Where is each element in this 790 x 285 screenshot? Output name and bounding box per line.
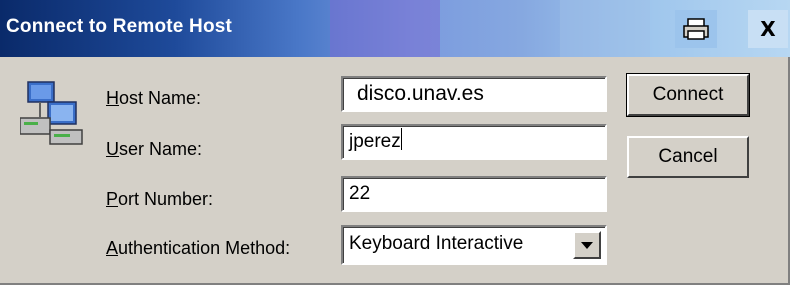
port-number-label: Port Number:: [106, 189, 214, 209]
auth-method-select[interactable]: Keyboard Interactive: [341, 225, 607, 265]
chevron-down-icon[interactable]: [573, 231, 601, 259]
auth-method-value: Keyboard Interactive: [349, 233, 524, 254]
port-number-field[interactable]: 22: [341, 176, 607, 212]
auth-method-label: Authentication Method:: [106, 238, 291, 258]
user-name-label: User Name:: [106, 139, 203, 159]
network-host-icon: [19, 80, 84, 148]
user-name-field[interactable]: jperez: [341, 124, 607, 160]
close-icon[interactable]: X: [748, 10, 788, 48]
host-name-field[interactable]: disco.unav.es: [341, 76, 607, 112]
cancel-button[interactable]: Cancel: [627, 136, 749, 178]
text-caret: [400, 128, 402, 150]
host-name-label: Host Name:: [106, 88, 202, 108]
connect-dialog: Connect to Remote Host X Host Name: disc…: [0, 0, 790, 285]
title-bar[interactable]: Connect to Remote Host X: [0, 0, 790, 57]
printer-icon[interactable]: [675, 10, 717, 48]
connect-button[interactable]: Connect: [626, 73, 750, 117]
dialog-title: Connect to Remote Host: [6, 16, 233, 37]
